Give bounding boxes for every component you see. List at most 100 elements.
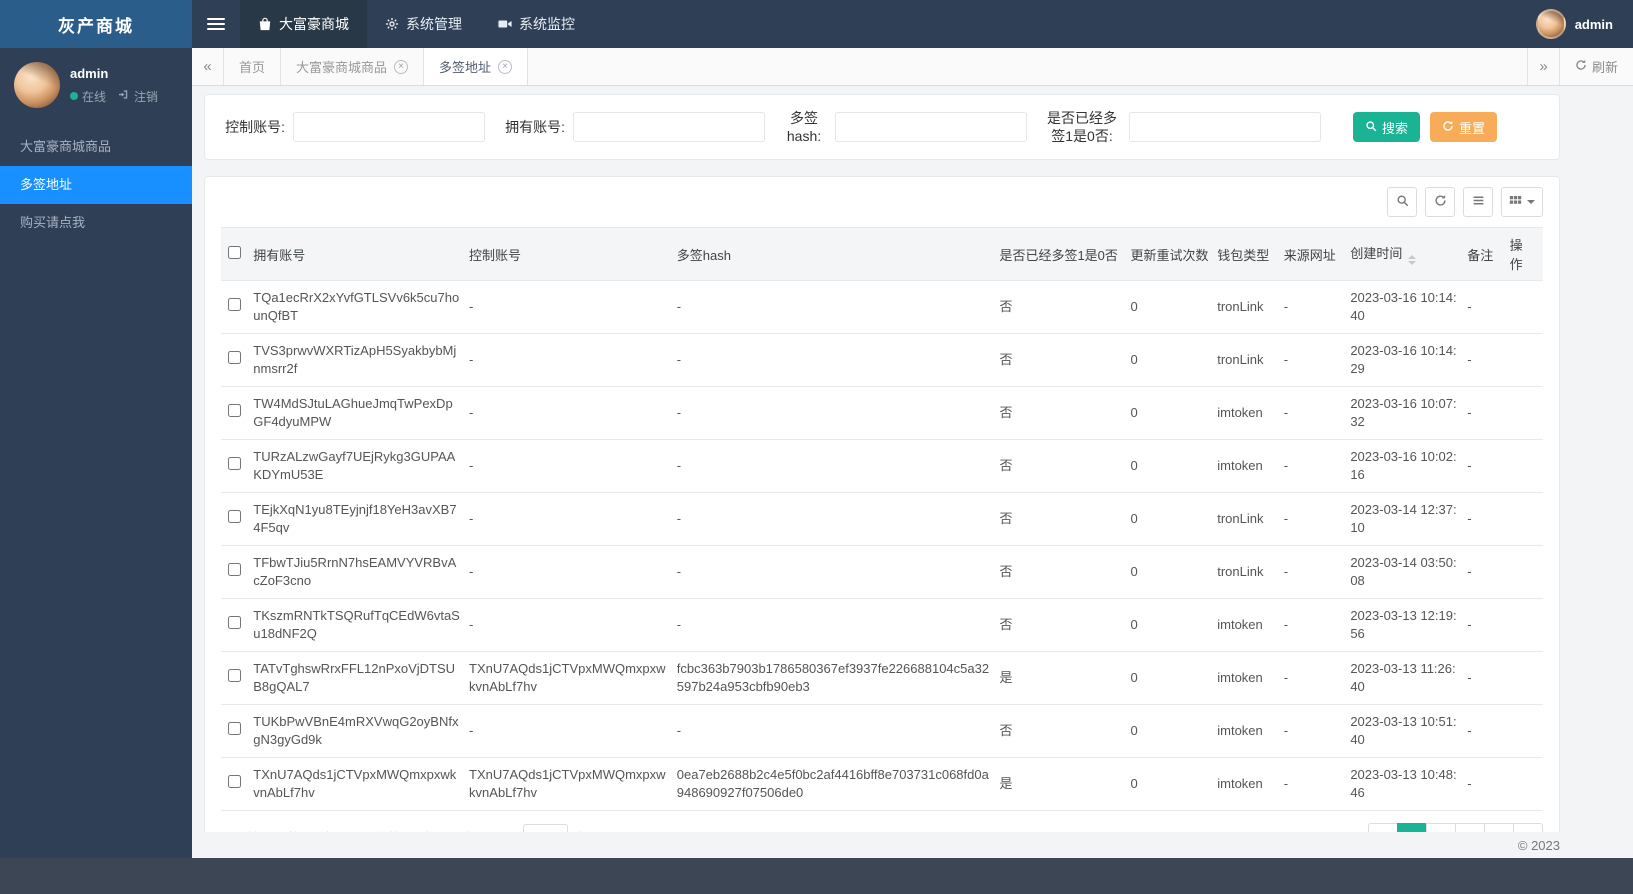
cell-control-account: TXnU7AQds1jCTVpxMWQmxpxwkvnAbLf7hv — [469, 757, 677, 811]
cell-control-account: - — [469, 439, 677, 493]
column-created-time[interactable]: 创建时间 — [1350, 227, 1468, 281]
cell-source-url: - — [1283, 704, 1351, 758]
online-status-icon — [70, 92, 78, 100]
control-account-label: 控制账号: — [225, 119, 285, 135]
row-checkbox[interactable] — [228, 404, 241, 417]
multisig-hash-label: 多签hash: — [786, 110, 822, 144]
owner-account-input[interactable] — [573, 112, 765, 142]
cell-source-url: - — [1283, 333, 1351, 387]
row-checkbox[interactable] — [228, 775, 241, 788]
cell-actions — [1509, 492, 1543, 546]
page-button[interactable]: 3 — [1455, 823, 1485, 832]
cell-retry-count: 0 — [1130, 386, 1218, 440]
cell-source-url: - — [1283, 280, 1351, 334]
select-all-checkbox[interactable] — [228, 246, 241, 259]
page-button[interactable]: › — [1513, 823, 1543, 832]
sign-out-icon — [119, 89, 130, 103]
column-multisig-hash: 多签hash — [676, 227, 1000, 281]
tabs-scroll-left-button[interactable]: « — [192, 48, 224, 85]
column-retry-count: 更新重试次数 — [1130, 227, 1218, 281]
cell-actions — [1509, 704, 1543, 758]
multisig-hash-input[interactable] — [835, 112, 1027, 142]
cell-wallet-type: imtoken — [1217, 651, 1284, 705]
cell-is-signed: 否 — [999, 280, 1131, 334]
row-checkbox[interactable] — [228, 669, 241, 682]
cell-owner-account: TXnU7AQds1jCTVpxMWQmxpxwkvnAbLf7hv — [253, 757, 470, 811]
toolbar-search-button[interactable] — [1387, 187, 1417, 217]
tab-home[interactable]: 首页 — [224, 48, 282, 85]
cell-actions — [1509, 386, 1543, 440]
tab-refresh-button[interactable]: 刷新 — [1558, 48, 1633, 85]
pagination-pages: ‹1234› — [1368, 823, 1543, 832]
tab-label: 多签地址 — [439, 60, 492, 75]
table-row: TQa1ecRrX2xYvfGTLSVv6k5cu7hounQfBT - - 否… — [221, 280, 1543, 334]
tabs-scroll-right-button[interactable]: » — [1526, 48, 1559, 85]
cell-source-url: - — [1283, 439, 1351, 493]
search-icon — [1365, 120, 1377, 135]
cell-remark: - — [1467, 757, 1510, 811]
tab-shop-products[interactable]: 大富豪商城商品 × — [281, 48, 425, 85]
row-checkbox[interactable] — [228, 563, 241, 576]
column-wallet-type: 钱包类型 — [1217, 227, 1284, 281]
cell-multisig-hash: - — [676, 492, 1000, 546]
column-owner-account: 拥有账号 — [253, 227, 470, 281]
page-button[interactable]: ‹ — [1368, 823, 1398, 832]
is-signed-input[interactable] — [1129, 112, 1321, 142]
cell-wallet-type: imtoken — [1217, 439, 1284, 493]
row-checkbox[interactable] — [228, 298, 241, 311]
cell-multisig-hash: - — [676, 280, 1000, 334]
row-checkbox[interactable] — [228, 510, 241, 523]
row-checkbox[interactable] — [228, 457, 241, 470]
top-nav-item-system-management[interactable]: 系统管理 — [367, 0, 480, 48]
toolbar-refresh-button[interactable] — [1425, 187, 1455, 217]
sidebar-menu: 大富豪商城商品 多签地址 购买请点我 — [0, 128, 192, 242]
page-button[interactable]: 4 — [1484, 823, 1514, 832]
cell-created-time: 2023-03-16 10:07:32 — [1350, 386, 1468, 440]
sidebar-item-buy-click-me[interactable]: 购买请点我 — [0, 204, 192, 242]
close-icon[interactable]: × — [394, 59, 409, 74]
cell-wallet-type: tronLink — [1217, 492, 1284, 546]
table-row: TVS3prwvWXRTizApH5SyakbybMjnmsrr2f - - 否… — [221, 333, 1543, 387]
cell-retry-count: 0 — [1130, 280, 1218, 334]
cell-is-signed: 否 — [999, 386, 1131, 440]
profile-avatar — [14, 62, 60, 108]
reset-button[interactable]: 重置 — [1430, 112, 1498, 142]
pagination: 显示第 1 到第 10 条记录，总共 31 条记录 每页显示 10 条记录 ‹1… — [221, 823, 1543, 832]
table-toolbar — [221, 187, 1543, 217]
sidebar-item-shop-products[interactable]: 大富豪商城商品 — [0, 128, 192, 166]
table-row: TATvTghswRrxFFL12nPxoVjDTSUB8gQAL7 TXnU7… — [221, 651, 1543, 705]
cell-source-url: - — [1283, 492, 1351, 546]
app-logo[interactable]: 灰产商城 — [0, 0, 192, 48]
close-icon[interactable]: × — [498, 59, 513, 74]
sidebar-item-multisig-address[interactable]: 多签地址 — [0, 166, 192, 204]
top-nav-item-shop[interactable]: 大富豪商城 — [240, 0, 367, 48]
control-account-input[interactable] — [293, 112, 485, 142]
page-button[interactable]: 2 — [1426, 823, 1456, 832]
cell-wallet-type: imtoken — [1217, 386, 1284, 440]
top-nav-item-label: 系统监控 — [519, 16, 575, 32]
tab-multisig-address[interactable]: 多签地址 × — [424, 48, 529, 85]
cell-multisig-hash: fcbc363b7903b1786580367ef3937fe226688104… — [676, 651, 1000, 705]
top-bar-user-area[interactable]: admin — [1535, 0, 1633, 48]
row-checkbox[interactable] — [228, 722, 241, 735]
page-button[interactable]: 1 — [1397, 823, 1427, 832]
toolbar-columns-button[interactable] — [1501, 187, 1543, 217]
user-name: admin — [1574, 16, 1613, 32]
sidebar-toggle-button[interactable] — [192, 0, 240, 48]
chevrons-left-icon: « — [203, 58, 212, 75]
cell-wallet-type: tronLink — [1217, 545, 1284, 599]
column-control-account: 控制账号 — [469, 227, 677, 281]
sidebar-profile: admin 在线 注销 — [0, 48, 192, 120]
gear-icon — [385, 17, 399, 31]
search-button[interactable]: 搜索 — [1353, 112, 1421, 142]
pagination-info: 显示第 1 到第 10 条记录，总共 31 条记录 每页显示 10 条记录 — [221, 824, 614, 832]
row-checkbox[interactable] — [228, 616, 241, 629]
page-content: 控制账号: 拥有账号: 多签hash: 是否已经多签1是0否: 搜索 重置 拥有… — [192, 86, 1633, 832]
row-checkbox[interactable] — [228, 351, 241, 364]
page-size-select[interactable]: 10 — [523, 824, 569, 832]
cell-control-account: - — [469, 333, 677, 387]
top-nav-item-system-monitor[interactable]: 系统监控 — [480, 0, 593, 48]
toolbar-toggle-view-button[interactable] — [1463, 187, 1493, 217]
cell-created-time: 2023-03-14 12:37:10 — [1350, 492, 1468, 546]
logout-link[interactable]: 注销 — [119, 88, 158, 105]
